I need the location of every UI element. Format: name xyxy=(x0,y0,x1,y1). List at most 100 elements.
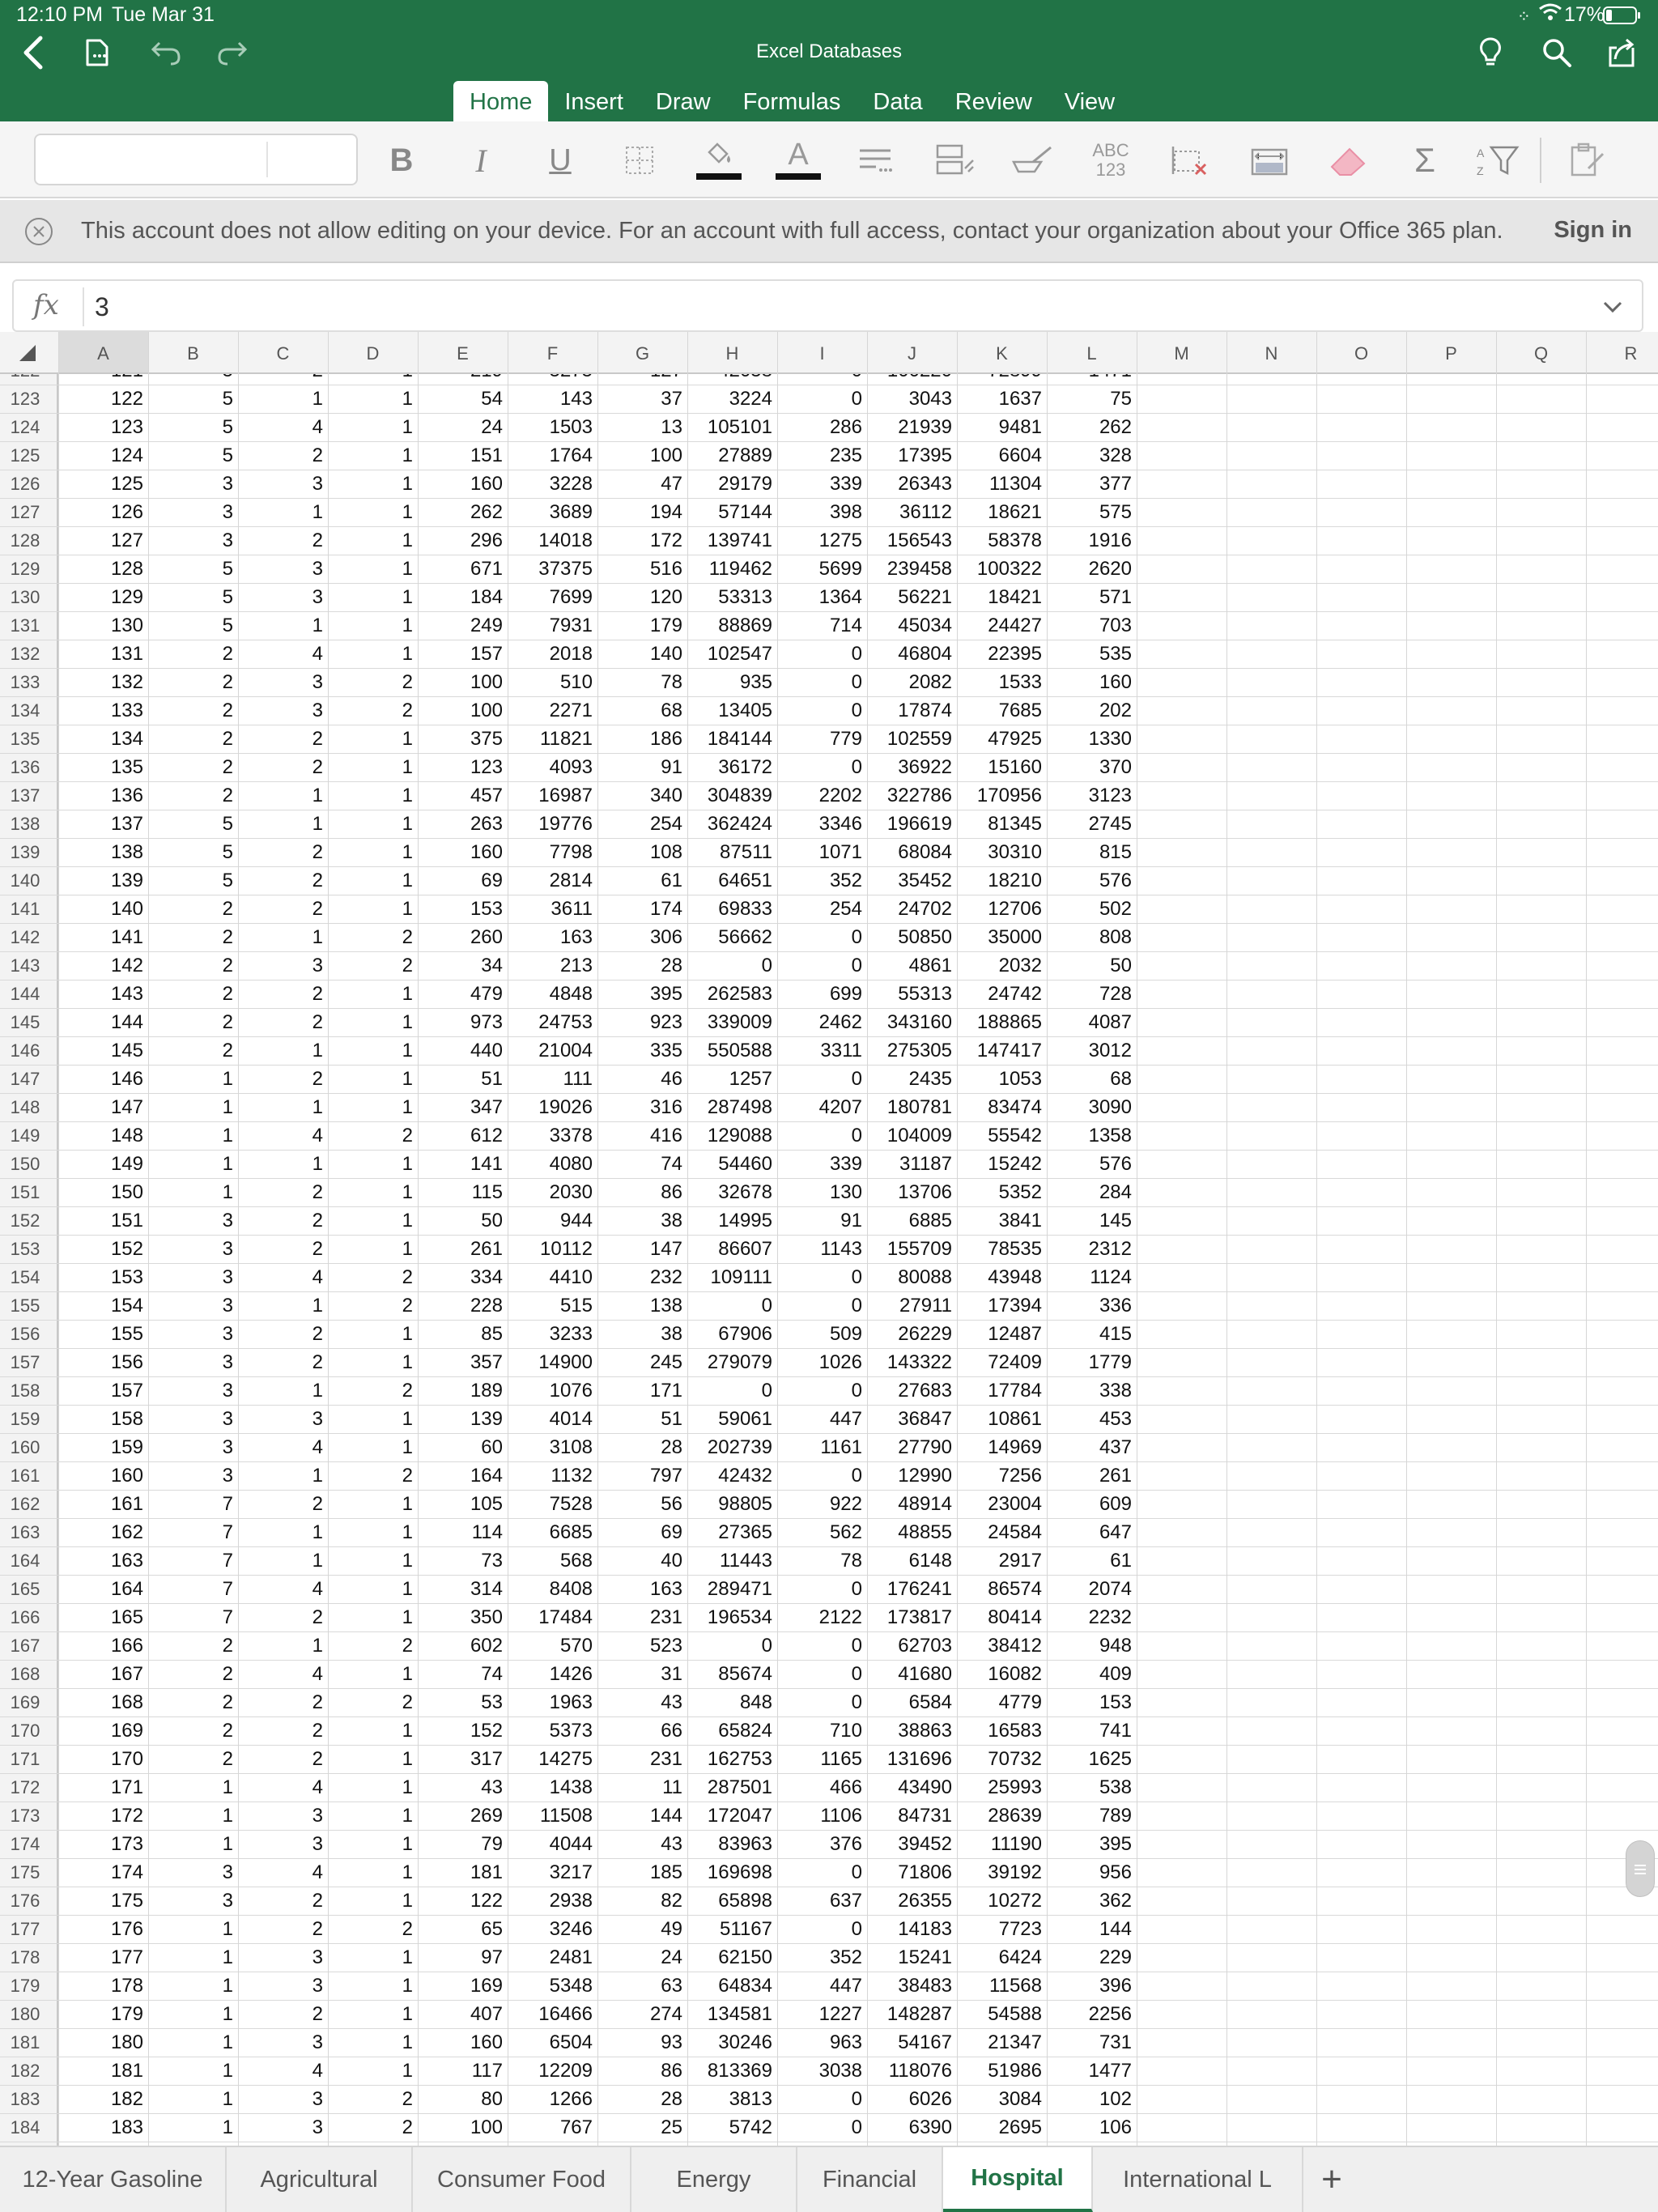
table-cell[interactable]: 4 xyxy=(238,1433,323,1461)
table-cell[interactable]: 3 xyxy=(238,583,323,611)
table-cell[interactable]: 274 xyxy=(597,2000,682,2028)
row-header[interactable]: 123 xyxy=(0,385,50,413)
table-cell[interactable]: 1 xyxy=(328,498,413,526)
table-cell[interactable]: 4 xyxy=(238,1660,323,1688)
table-cell[interactable]: 1 xyxy=(328,1887,413,1915)
table-cell[interactable]: 396 xyxy=(1047,1972,1132,2000)
table-cell[interactable]: 2018 xyxy=(508,640,593,668)
table-cell[interactable]: 1161 xyxy=(777,1433,862,1461)
table-cell[interactable]: 1 xyxy=(148,2085,233,2113)
autosum-button[interactable]: Σ xyxy=(1399,134,1451,186)
table-cell[interactable]: 254 xyxy=(777,895,862,923)
table-cell[interactable]: 1 xyxy=(328,1405,413,1433)
share-icon[interactable] xyxy=(1593,24,1650,81)
table-cell[interactable]: 13405 xyxy=(687,696,772,725)
table-cell[interactable]: 135 xyxy=(58,753,143,781)
table-cell[interactable]: 163 xyxy=(58,1546,143,1575)
row-header[interactable]: 127 xyxy=(0,498,50,526)
row-header[interactable]: 133 xyxy=(0,668,50,696)
table-cell[interactable]: 153 xyxy=(1047,1688,1132,1716)
table-cell[interactable]: 11304 xyxy=(957,470,1042,498)
row-header[interactable]: 137 xyxy=(0,781,50,810)
row-header[interactable]: 134 xyxy=(0,696,50,725)
table-cell[interactable]: 25993 xyxy=(957,1773,1042,1802)
table-cell[interactable]: 3 xyxy=(238,1972,323,2000)
table-cell[interactable]: 1 xyxy=(328,1943,413,1972)
table-cell[interactable]: 2 xyxy=(148,640,233,668)
table-cell[interactable]: 78 xyxy=(597,668,682,696)
table-cell[interactable]: 31 xyxy=(597,1660,682,1688)
table-cell[interactable]: 5 xyxy=(148,583,233,611)
table-cell[interactable]: 0 xyxy=(777,2113,862,2142)
table-cell[interactable]: 177 xyxy=(58,1943,143,1972)
table-cell[interactable]: 42432 xyxy=(687,1461,772,1490)
table-cell[interactable]: 139741 xyxy=(687,526,772,555)
table-cell[interactable]: 43490 xyxy=(867,1773,952,1802)
table-cell[interactable]: 176241 xyxy=(867,1575,952,1603)
table-cell[interactable]: 68 xyxy=(597,696,682,725)
table-cell[interactable]: 362424 xyxy=(687,810,772,838)
table-cell[interactable]: 6504 xyxy=(508,2028,593,2057)
table-cell[interactable]: 172 xyxy=(597,526,682,555)
table-cell[interactable]: 339 xyxy=(777,470,862,498)
table-cell[interactable]: 935 xyxy=(687,668,772,696)
table-cell[interactable]: 3 xyxy=(238,1802,323,1830)
table-cell[interactable]: 13706 xyxy=(867,1178,952,1206)
table-cell[interactable]: 28639 xyxy=(957,1802,1042,1830)
formula-bar[interactable]: fx 3 xyxy=(12,279,1643,332)
table-cell[interactable]: 64834 xyxy=(687,1972,772,2000)
table-cell[interactable]: 1 xyxy=(328,1773,413,1802)
table-cell[interactable]: 3 xyxy=(238,470,323,498)
table-cell[interactable]: 453 xyxy=(1047,1405,1132,1433)
table-cell[interactable]: 457 xyxy=(418,781,503,810)
table-cell[interactable]: 83963 xyxy=(687,1830,772,1858)
table-cell[interactable]: 2 xyxy=(148,951,233,980)
chevron-down-icon[interactable] xyxy=(1596,291,1629,323)
table-cell[interactable]: 523 xyxy=(597,1631,682,1660)
table-cell[interactable]: 963 xyxy=(777,2028,862,2057)
table-cell[interactable]: 1 xyxy=(328,1490,413,1518)
table-cell[interactable]: 48855 xyxy=(867,1518,952,1546)
table-cell[interactable]: 1 xyxy=(328,1093,413,1121)
column-header-n[interactable]: N xyxy=(1226,343,1316,364)
table-cell[interactable]: 289471 xyxy=(687,1575,772,1603)
table-cell[interactable]: 973 xyxy=(418,1008,503,1036)
table-cell[interactable]: 1 xyxy=(238,498,323,526)
table-cell[interactable]: 261 xyxy=(418,1235,503,1263)
table-cell[interactable]: 0 xyxy=(777,1575,862,1603)
table-cell[interactable]: 2232 xyxy=(1047,1603,1132,1631)
table-cell[interactable]: 2 xyxy=(328,1121,413,1150)
row-header[interactable]: 149 xyxy=(0,1121,50,1150)
table-cell[interactable]: 0 xyxy=(687,1291,772,1320)
table-cell[interactable]: 7685 xyxy=(957,696,1042,725)
table-cell[interactable]: 12706 xyxy=(957,895,1042,923)
table-cell[interactable]: 14969 xyxy=(957,1433,1042,1461)
table-cell[interactable]: 5742 xyxy=(687,2113,772,2142)
table-cell[interactable]: 1533 xyxy=(957,668,1042,696)
table-cell[interactable]: 535 xyxy=(1047,640,1132,668)
table-cell[interactable]: 0 xyxy=(777,1065,862,1093)
column-header-g[interactable]: G xyxy=(597,343,687,364)
table-cell[interactable]: 1 xyxy=(238,1546,323,1575)
table-cell[interactable]: 5 xyxy=(148,385,233,413)
row-header[interactable]: 154 xyxy=(0,1263,50,1291)
table-cell[interactable]: 229 xyxy=(1047,1943,1132,1972)
table-cell[interactable]: 69 xyxy=(597,1518,682,1546)
table-cell[interactable]: 24753 xyxy=(508,1008,593,1036)
table-cell[interactable]: 2 xyxy=(328,1263,413,1291)
underline-button[interactable]: U xyxy=(534,134,586,186)
row-header[interactable]: 142 xyxy=(0,923,50,951)
table-cell[interactable]: 24 xyxy=(597,1943,682,1972)
table-cell[interactable]: 163 xyxy=(508,923,593,951)
table-cell[interactable]: 84731 xyxy=(867,1802,952,1830)
row-header[interactable]: 125 xyxy=(0,441,50,470)
table-cell[interactable]: 168 xyxy=(58,1688,143,1716)
table-cell[interactable]: 440 xyxy=(418,1036,503,1065)
sort-filter-icon[interactable]: AZ xyxy=(1472,134,1524,186)
table-cell[interactable]: 1275 xyxy=(777,526,862,555)
table-cell[interactable]: 395 xyxy=(1047,1830,1132,1858)
table-cell[interactable]: 3217 xyxy=(508,1858,593,1887)
table-cell[interactable]: 808 xyxy=(1047,923,1132,951)
table-cell[interactable]: 262 xyxy=(1047,413,1132,441)
table-cell[interactable]: 13 xyxy=(597,413,682,441)
